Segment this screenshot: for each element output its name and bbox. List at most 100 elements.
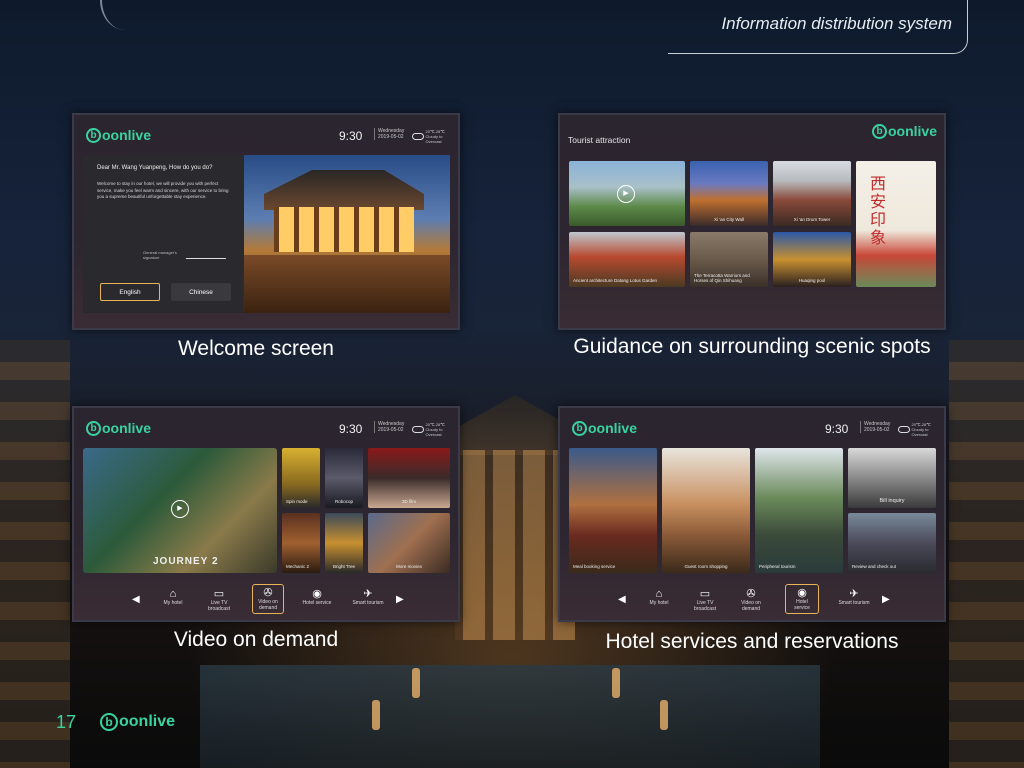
tile-label: Xi 'an Drum Tower	[793, 217, 831, 222]
tourist-attraction-panel: Tourist attraction b oonlive ▶ Xi 'an Ci…	[558, 113, 946, 330]
page-number: 17	[56, 712, 77, 732]
film-reel-icon: ✇	[263, 587, 273, 599]
tile-label: Guest room shopping	[684, 564, 728, 569]
video-on-demand-panel: b oonlive 9:30 Wednesday 2019-05-02 20℃-…	[72, 406, 460, 622]
weather-desc: Cloudy to Overcast	[425, 427, 443, 437]
tile-label: Review and check out	[852, 564, 897, 569]
resort-deck	[244, 255, 450, 313]
cloud-icon	[412, 133, 424, 140]
more-movies-tile[interactable]: More movies	[368, 513, 450, 573]
weather-display: 20℃-28℃ Cloudy to Overcast	[412, 129, 458, 144]
header-title: Information distribution system	[721, 14, 952, 33]
nav-left-arrow-icon[interactable]: ◀	[132, 594, 140, 605]
logo-mark: b	[572, 420, 587, 436]
nav-hotel-service[interactable]: ◉ Hotel service	[785, 584, 819, 614]
bill-inquiry-tile[interactable]: Bill inquiry	[848, 448, 936, 508]
caption-video: Video on demand	[173, 628, 339, 651]
nav-smart-tourism[interactable]: ✈ Smart tourism	[346, 588, 390, 607]
english-button[interactable]: English	[100, 283, 160, 301]
tile-label: Robocop	[334, 499, 353, 504]
nav-left-arrow-icon[interactable]: ◀	[618, 594, 626, 605]
chinese-button[interactable]: Chinese	[171, 283, 231, 301]
peripheral-tourism-tile[interactable]: Peripheral tourism	[755, 448, 843, 573]
nav-right-arrow-icon[interactable]: ▶	[396, 594, 404, 605]
pool-lamp	[660, 700, 668, 730]
hotel-services-panel: b oonlive 9:30 Wednesday 2019-05-02 20℃-…	[558, 406, 946, 622]
movie-tile[interactable]: Mechanic 2	[282, 513, 320, 573]
movie-tile[interactable]: 3D film	[368, 448, 450, 508]
tourist-tile[interactable]: The Terracotta Warriors and Horses of Qi…	[690, 232, 768, 287]
tile-label: Meal booking service	[573, 564, 616, 569]
tile-label: Huaqing pool	[798, 278, 826, 283]
resort-lights	[274, 207, 414, 252]
nav-my-hotel[interactable]: ⌂ My hotel	[156, 588, 190, 607]
movie-tile[interactable]: Bright Tree	[325, 513, 363, 573]
tourist-tile[interactable]: Huaqing pool	[773, 232, 851, 287]
nav-label: My hotel	[163, 600, 183, 606]
checkout-tile[interactable]: Review and check out	[848, 513, 936, 573]
background-pool	[200, 665, 820, 768]
nav-right-arrow-icon[interactable]: ▶	[882, 594, 890, 605]
date-display: Wednesday 2019-05-02	[860, 421, 890, 433]
movie-tile[interactable]: Robocop	[325, 448, 363, 508]
featured-movie-title: JOURNEY 2	[153, 556, 219, 567]
cloud-icon	[412, 426, 424, 433]
nav-video-on-demand[interactable]: ✇ Video on demand	[252, 584, 284, 614]
weather-display: 20℃-28℃ Cloudy to Overcast	[412, 422, 458, 437]
caption-tourist: Guidance on surrounding scenic spots	[573, 335, 931, 358]
meal-booking-tile[interactable]: Meal booking service	[569, 448, 657, 573]
home-icon: ⌂	[169, 588, 177, 600]
service-bell-icon: ◉	[312, 588, 322, 600]
play-icon[interactable]: ▶	[617, 185, 635, 203]
date: 2019-05-02	[378, 427, 404, 433]
panel-heading: Tourist attraction	[568, 135, 631, 145]
tv-icon: ▭	[699, 588, 711, 600]
pool-lamp	[612, 668, 620, 698]
tourist-tile[interactable]: Xi 'an City Wall	[690, 161, 768, 226]
brand-logo: b oonlive	[872, 123, 937, 139]
tile-label: Spin mode	[286, 499, 308, 504]
nav-label: Video on demand	[258, 599, 278, 611]
nav-label: Video on demand	[741, 600, 761, 612]
logo-text: oonlive	[102, 420, 152, 436]
tourist-tile[interactable]: Ancient architecture Datang Lotus Garden	[569, 232, 685, 287]
tourist-tile[interactable]: Xi 'an Drum Tower	[773, 161, 851, 226]
signature-image	[185, 247, 231, 259]
background-right-building	[949, 340, 1024, 768]
travel-icon: ✈	[849, 588, 859, 600]
nav-live-tv[interactable]: ▭ Live TV broadcast	[199, 588, 239, 612]
logo-text: oonlive	[888, 123, 938, 139]
nav-hotel-service[interactable]: ◉ Hotel service	[299, 588, 335, 607]
service-bell-icon: ◉	[797, 587, 807, 599]
travel-icon: ✈	[363, 588, 373, 600]
tourist-poster-tile[interactable]: 西安印象	[856, 161, 936, 287]
tourist-tile[interactable]: ▶	[569, 161, 685, 226]
caption-welcome: Welcome screen	[177, 337, 334, 360]
logo-mark: b	[872, 123, 887, 139]
weather-desc: Cloudy to Overcast	[911, 427, 929, 437]
pool-lamp	[412, 668, 420, 698]
logo-text: oonlive	[588, 420, 638, 436]
tile-label: Xi 'an City Wall	[714, 217, 744, 222]
nav-my-hotel[interactable]: ⌂ My hotel	[642, 588, 676, 607]
resort-roof	[264, 170, 424, 210]
movie-tile[interactable]: Spin mode	[282, 448, 320, 508]
room-shopping-tile[interactable]: Guest room shopping	[662, 448, 750, 573]
logo-mark: b	[100, 713, 118, 731]
brand-logo: b oonlive	[572, 420, 637, 436]
featured-movie-tile[interactable]: ▶ JOURNEY 2	[83, 448, 277, 573]
nav-video-on-demand[interactable]: ✇ Video on demand	[732, 588, 770, 612]
logo-text: oonlive	[102, 127, 152, 143]
tile-label: 3D film	[401, 499, 416, 504]
clock: 9:30	[825, 422, 849, 436]
tile-label: Mechanic 2	[286, 564, 310, 569]
nav-smart-tourism[interactable]: ✈ Smart tourism	[832, 588, 876, 607]
play-icon[interactable]: ▶	[171, 500, 189, 518]
tile-label: Peripheral tourism	[759, 564, 796, 569]
logo-text: oonlive	[119, 713, 176, 730]
nav-label: Hotel service	[794, 599, 810, 611]
resort-photo	[244, 155, 450, 313]
tile-label: The Terracotta Warriors and Horses of Qi…	[694, 273, 750, 283]
footer-logo: b oonlive	[100, 713, 175, 731]
nav-live-tv[interactable]: ▭ Live TV broadcast	[685, 588, 725, 612]
